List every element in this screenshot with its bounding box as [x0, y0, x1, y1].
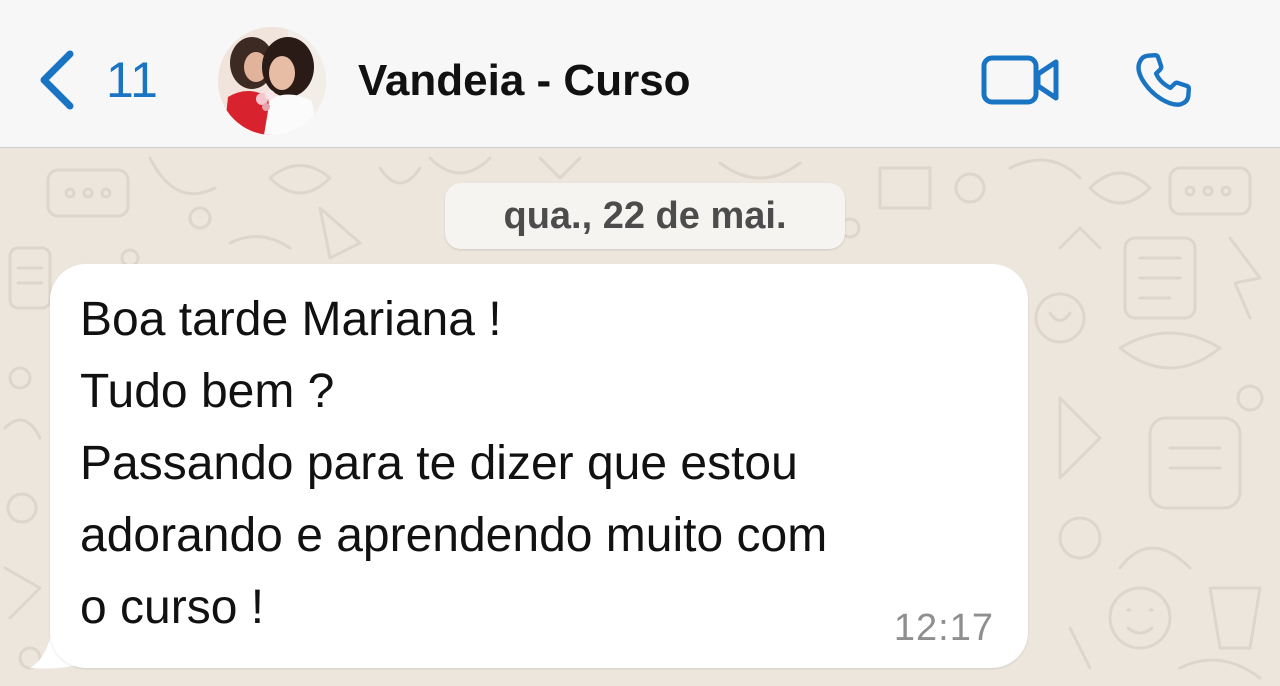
avatar[interactable]	[218, 27, 326, 135]
chat-area[interactable]: qua., 22 de mai. Boa tarde Mariana ! Tud…	[0, 148, 1280, 686]
voice-call-button[interactable]	[1130, 48, 1196, 114]
video-call-button[interactable]	[980, 54, 1062, 106]
back-button[interactable]: 11	[36, 48, 158, 112]
unread-count: 11	[106, 52, 158, 108]
chat-header: 11 Vandeia - Curso	[0, 0, 1280, 148]
message-bubble[interactable]: Boa tarde Mariana ! Tudo bem ? Passando …	[50, 264, 1028, 668]
message-timestamp: 12:17	[893, 607, 994, 649]
message-text: Boa tarde Mariana ! Tudo bem ? Passando …	[80, 293, 828, 634]
phone-icon	[1130, 52, 1196, 118]
contact-name[interactable]: Vandeia - Curso	[358, 54, 691, 108]
video-camera-icon	[980, 55, 1062, 110]
chevron-left-icon	[36, 48, 76, 112]
date-separator: qua., 22 de mai.	[445, 183, 845, 249]
